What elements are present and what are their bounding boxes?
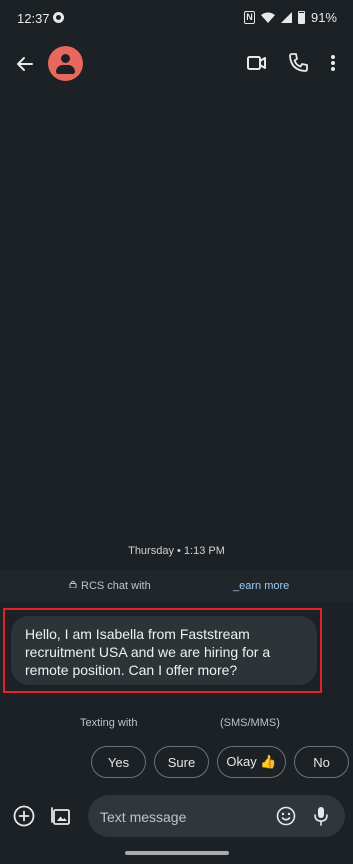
- conversation-header: [0, 36, 353, 92]
- video-call-button[interactable]: [244, 50, 270, 76]
- video-camera-icon: [247, 56, 266, 70]
- phone-icon: [289, 53, 308, 72]
- contact-avatar-icon[interactable]: [48, 46, 83, 81]
- status-time: 12:37: [17, 11, 50, 26]
- voice-input-button[interactable]: [311, 805, 331, 827]
- smart-replies: Yes Sure Okay 👍 No: [91, 746, 349, 778]
- back-arrow-icon: [17, 57, 33, 71]
- signal-icon: [280, 12, 292, 23]
- wifi-icon: [260, 12, 275, 23]
- message-input[interactable]: [98, 795, 272, 839]
- add-icon: [13, 805, 35, 827]
- back-button[interactable]: [10, 49, 40, 79]
- rcs-banner-text: RCS chat with: [81, 580, 151, 592]
- smart-reply-no[interactable]: No: [294, 746, 349, 778]
- texting-with-label: Texting with: [80, 717, 138, 729]
- attach-button[interactable]: [13, 805, 35, 827]
- smart-reply-sure[interactable]: Sure: [154, 746, 209, 778]
- status-icons: N 91%: [243, 10, 337, 25]
- nfc-icon: N: [243, 11, 255, 24]
- smart-reply-okay[interactable]: Okay 👍: [217, 746, 286, 778]
- learn-more-link[interactable]: _earn more: [233, 580, 289, 592]
- smart-reply-yes[interactable]: Yes: [91, 746, 146, 778]
- gallery-button[interactable]: [49, 804, 73, 828]
- lock-icon: [69, 580, 77, 588]
- sms-mms-label: (SMS/MMS): [220, 717, 280, 729]
- more-vert-icon: [331, 55, 335, 71]
- emoji-button[interactable]: [276, 806, 296, 826]
- incoming-message-bubble[interactable]: Hello, I am Isabella from Faststream rec…: [11, 616, 317, 685]
- voice-call-button[interactable]: [285, 50, 311, 76]
- rcs-banner: RCS chat with _earn more: [0, 570, 353, 602]
- gallery-icon: [51, 807, 70, 825]
- mic-icon: [314, 807, 328, 826]
- battery-icon: [297, 11, 305, 24]
- home-indicator[interactable]: [125, 851, 229, 855]
- message-field[interactable]: [88, 795, 345, 839]
- message-timestamp: Thursday • 1:13 PM: [128, 545, 225, 557]
- status-bar: 12:37 N 91%: [0, 0, 353, 36]
- app-notification-icon: [53, 12, 64, 23]
- more-options-button[interactable]: [322, 50, 344, 76]
- battery-level: 91%: [310, 10, 337, 25]
- emoji-icon: [276, 806, 296, 826]
- compose-bar: [0, 792, 353, 840]
